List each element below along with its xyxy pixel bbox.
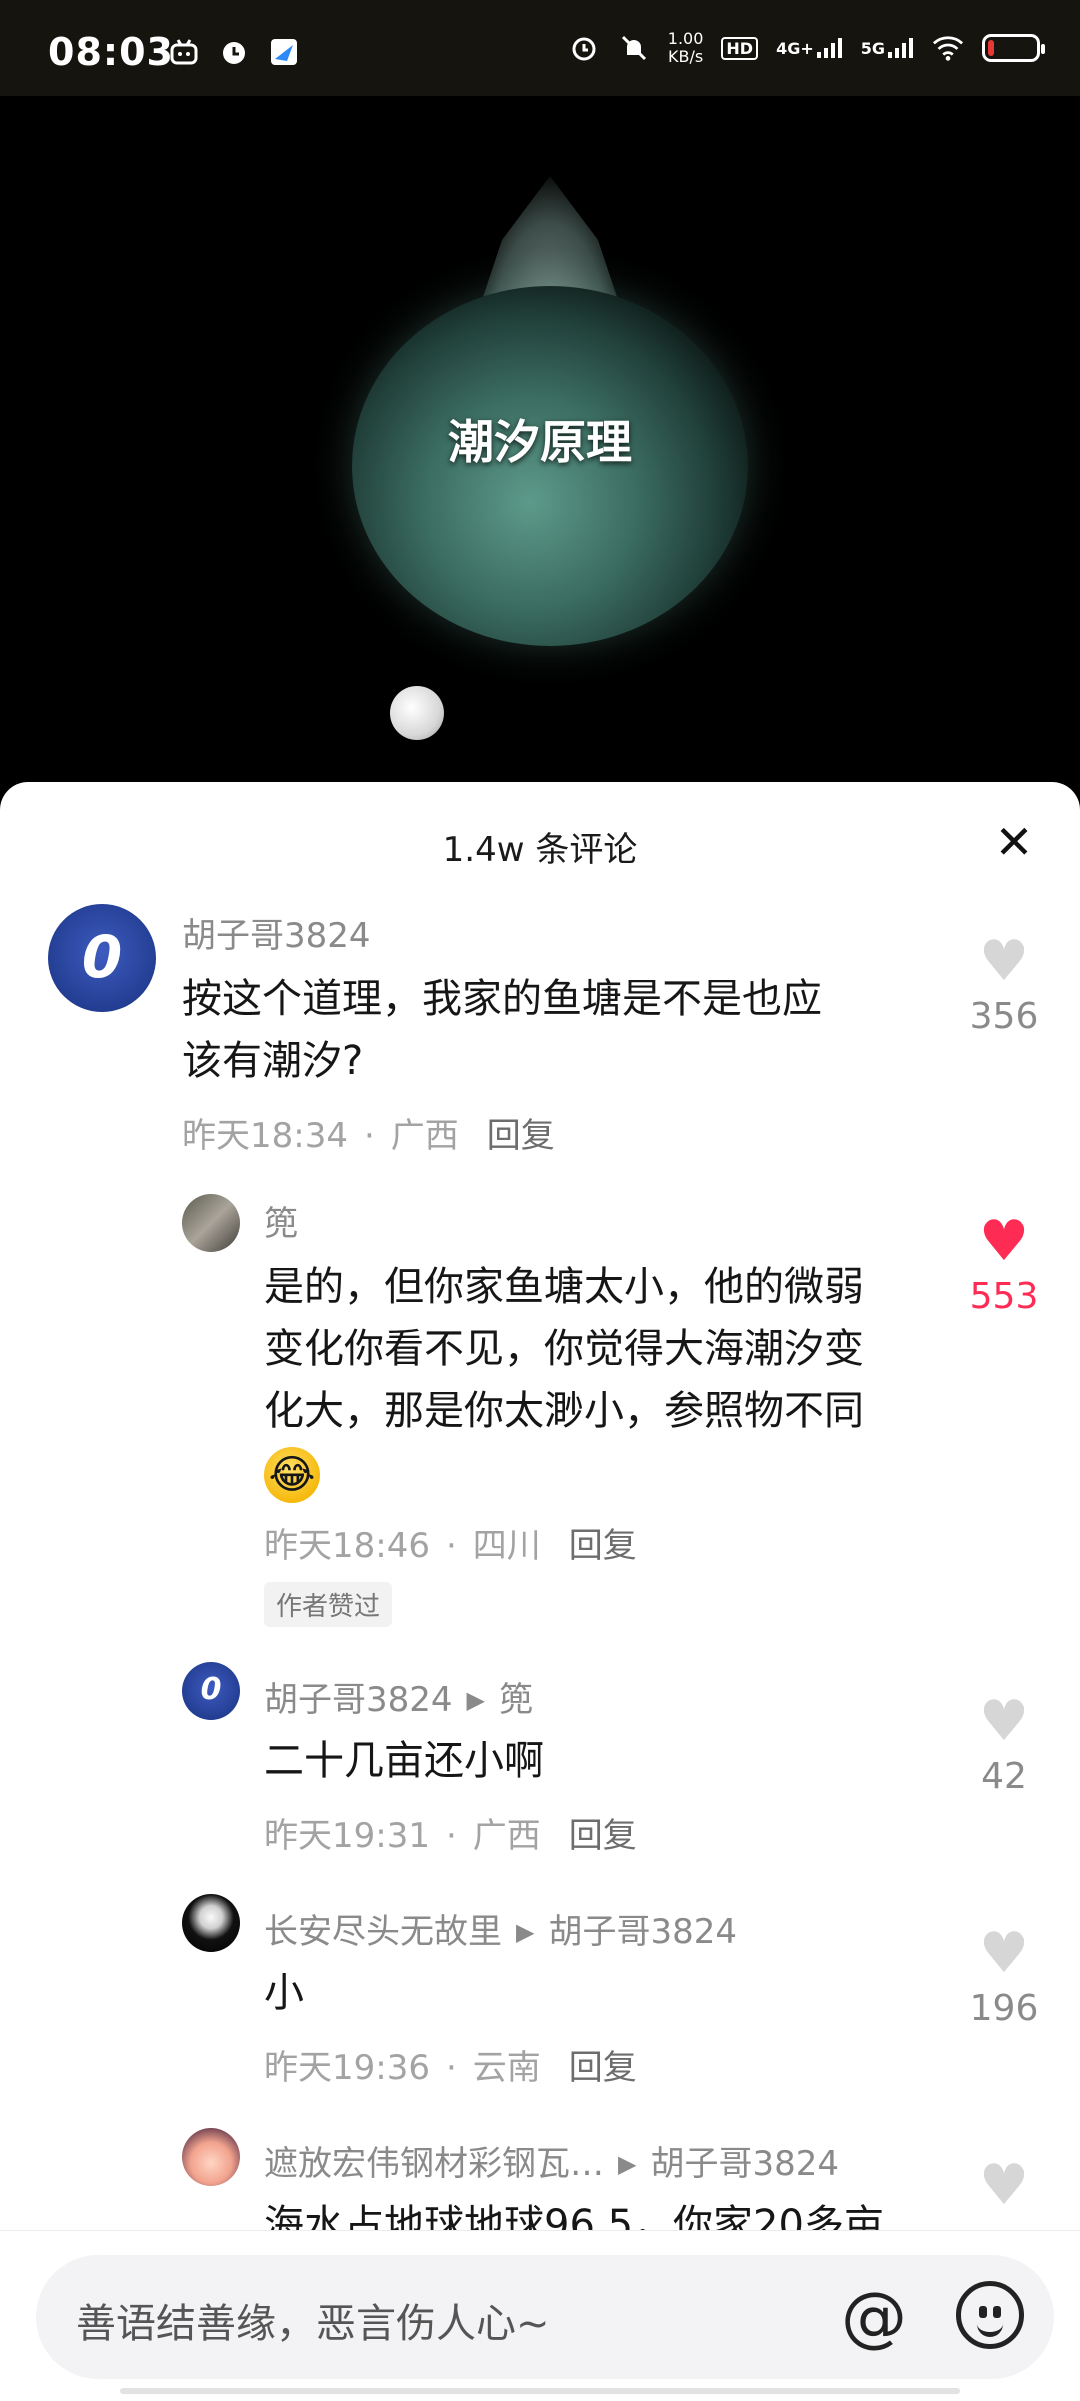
comment-location: 广西 xyxy=(390,1116,459,1156)
network-5g-indicator: 5G xyxy=(861,38,914,58)
network-speed: 1.00 KB/s xyxy=(668,30,704,66)
like-count: 356 xyxy=(969,996,1039,1037)
avatar[interactable] xyxy=(48,904,156,1012)
comment-input-placeholder: 善语结善缘，恶言伤人心~ xyxy=(76,2301,550,2347)
reply-button[interactable]: 回复 xyxy=(569,2048,637,2088)
comment-sheet: 1.4w 条评论 ✕ 胡子哥3824 按这个道理，我家的鱼塘是不是也应 该有潮汐… xyxy=(0,782,1080,2400)
reply-button[interactable]: 回复 xyxy=(487,1116,555,1156)
like-button[interactable]: ♥ 196 xyxy=(964,1921,1044,2030)
reply-arrow-icon: ▶ xyxy=(466,1686,485,1714)
comment-username-line: 胡子哥3824 ▶ 篼 xyxy=(264,1672,533,1721)
alarm-icon xyxy=(568,32,600,64)
status-left-icons xyxy=(168,36,300,68)
mute-bell-icon xyxy=(618,32,650,64)
avatar[interactable] xyxy=(182,1662,240,1720)
comment-meta: 昨天18:46 · 四川 回复 xyxy=(264,1518,637,1567)
comment-username-line: 长安尽头无故里 ▶ 胡子哥3824 xyxy=(264,1904,737,1953)
heart-icon: ♥ xyxy=(978,929,1030,994)
comment-location: 广西 xyxy=(472,1816,541,1856)
battery-icon xyxy=(982,34,1045,62)
like-button[interactable]: ♥ 553 xyxy=(964,1209,1044,1318)
comment-text: 是的，但你家鱼塘太小，他的微弱 变化你看不见，你觉得大海潮汐变 化大，那是你太渺… xyxy=(264,1256,964,1504)
comment-meta: 昨天18:34 · 广西 回复 xyxy=(182,1108,555,1157)
separator-dot: · xyxy=(363,1116,375,1156)
close-icon[interactable]: ✕ xyxy=(992,819,1036,865)
alarm-icon xyxy=(218,36,250,68)
comment-count-title: 1.4w 条评论 xyxy=(442,830,638,870)
like-button[interactable]: ♥ xyxy=(964,2156,1044,2216)
like-count: 196 xyxy=(969,1988,1039,2029)
like-count: 553 xyxy=(969,1276,1039,1317)
comment-username[interactable]: 胡子哥3824 xyxy=(182,908,371,957)
comment-time: 昨天18:46 xyxy=(264,1526,430,1566)
like-button[interactable]: ♥ 356 xyxy=(964,929,1044,1038)
network-speed-value: 1.00 xyxy=(667,29,704,48)
heart-icon: ♥ xyxy=(978,1689,1030,1754)
comment-username-line: 遮放宏伟钢材彩钢瓦… ▶ 胡子哥3824 xyxy=(264,2136,839,2185)
home-indicator[interactable] xyxy=(120,2388,960,2394)
comment-text-line: 化大，那是你太渺小，参照物不同 xyxy=(264,1388,864,1434)
comment-location: 云南 xyxy=(472,2048,541,2088)
separator-dot: · xyxy=(445,1816,457,1856)
like-button[interactable]: ♥ 42 xyxy=(964,1689,1044,1798)
reply-to-username[interactable]: 胡子哥3824 xyxy=(650,2144,839,2184)
at-mention-icon[interactable]: @ xyxy=(834,2277,914,2357)
network-5g-label: 5G xyxy=(860,39,885,58)
comment-text-line: 该有潮汐? xyxy=(182,1038,364,1084)
heart-icon: ♥ xyxy=(978,1921,1030,1986)
reply-button[interactable]: 回复 xyxy=(569,1816,637,1856)
comment-username[interactable]: 胡子哥3824 xyxy=(264,1680,453,1720)
comment-input-bar: 善语结善缘，恶言伤人心~ @ xyxy=(0,2230,1080,2401)
signal-icon xyxy=(888,38,913,58)
comment-time: 昨天19:31 xyxy=(264,1816,430,1856)
network-4g-indicator: 4G+ xyxy=(776,38,843,58)
comment-meta: 昨天19:36 · 云南 回复 xyxy=(264,2040,637,2089)
network-4g-label: 4G+ xyxy=(776,39,814,58)
comment-meta: 昨天19:31 · 广西 回复 xyxy=(264,1808,637,1857)
comment-text-line: 变化你看不见，你觉得大海潮汐变 xyxy=(264,1326,864,1372)
comment-username[interactable]: 长安尽头无故里 xyxy=(264,1912,502,1952)
comment-text: 按这个道理，我家的鱼塘是不是也应 该有潮汐? xyxy=(182,968,942,1092)
avatar[interactable] xyxy=(182,2128,240,2186)
comment-text: 小 xyxy=(264,1970,304,2016)
status-time: 08:03 xyxy=(48,30,174,74)
reply-to-username[interactable]: 篼 xyxy=(499,1680,533,1720)
reply-arrow-icon: ▶ xyxy=(516,1918,535,1946)
status-bar: 08:03 1.00 KB/s HD 4G+ 5G xyxy=(0,0,1080,96)
video-title-overlay: 潮汐原理 xyxy=(448,415,632,469)
hd-indicator: HD xyxy=(721,36,759,60)
comment-time: 昨天18:34 xyxy=(182,1116,348,1156)
signal-icon xyxy=(816,38,842,58)
wifi-icon xyxy=(932,32,964,64)
comment-time: 昨天19:36 xyxy=(264,2048,430,2088)
network-speed-unit: KB/s xyxy=(667,47,704,66)
comment-input[interactable]: 善语结善缘，恶言伤人心~ @ xyxy=(36,2255,1054,2379)
comment-username[interactable]: 遮放宏伟钢材彩钢瓦… xyxy=(264,2144,604,2184)
reply-button[interactable]: 回复 xyxy=(569,1526,637,1566)
comment-username[interactable]: 篼 xyxy=(264,1196,298,1245)
heart-icon: ♥ xyxy=(978,2153,1030,2218)
video-player[interactable]: 潮汐原理 xyxy=(0,96,1080,796)
comment-text: 二十几亩还小啊 xyxy=(264,1738,544,1784)
like-count: 42 xyxy=(981,1756,1027,1797)
heart-icon: ♥ xyxy=(978,1209,1030,1274)
app-notification-icon xyxy=(268,36,300,68)
status-right-icons: 1.00 KB/s HD 4G+ 5G xyxy=(568,30,1045,66)
separator-dot: · xyxy=(445,2048,457,2088)
moon-image xyxy=(390,686,444,740)
reply-arrow-icon: ▶ xyxy=(618,2150,637,2178)
laughing-emoji-icon xyxy=(264,1447,320,1503)
comment-location: 四川 xyxy=(472,1526,541,1566)
avatar[interactable] xyxy=(182,1894,240,1952)
separator-dot: · xyxy=(445,1526,457,1566)
bilibili-icon xyxy=(168,36,200,68)
author-liked-badge: 作者赞过 xyxy=(264,1582,393,1627)
comment-text-line: 是的，但你家鱼塘太小，他的微弱 xyxy=(264,1264,864,1310)
reply-to-username[interactable]: 胡子哥3824 xyxy=(548,1912,737,1952)
comment-sheet-header: 1.4w 条评论 ✕ xyxy=(0,782,1080,888)
avatar[interactable] xyxy=(182,1194,240,1252)
emoji-picker-icon[interactable] xyxy=(956,2281,1024,2349)
comment-text-line: 按这个道理，我家的鱼塘是不是也应 xyxy=(182,976,822,1022)
